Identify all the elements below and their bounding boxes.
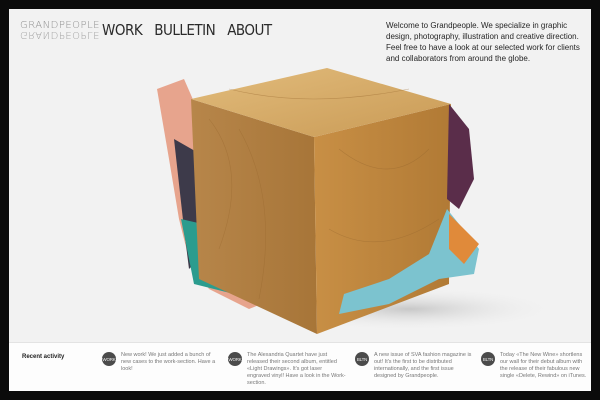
- hero-image-wooden-cube: [157, 68, 559, 334]
- work-badge-icon: WORK: [102, 352, 116, 366]
- cube-left-face: [191, 99, 317, 334]
- news-text: A new issue of SVA fashion magazine is o…: [374, 352, 472, 379]
- recent-activity-bar: Recent activity WORK New work! We just a…: [9, 342, 591, 391]
- work-badge-icon: WORK: [228, 352, 242, 366]
- recent-activity-label: Recent activity: [22, 354, 65, 360]
- cloth-right-dark: [447, 104, 474, 209]
- news-item[interactable]: WORK New work! We just added a bunch of …: [102, 352, 220, 373]
- news-item[interactable]: BLTN A new issue of SVA fashion magazine…: [355, 352, 473, 380]
- bulletin-badge-icon: BLTN: [355, 352, 369, 366]
- news-text: Today «The New Wine» shortlens our wall …: [500, 352, 587, 379]
- news-item[interactable]: BLTN Today «The New Wine» shortlens our …: [481, 352, 589, 380]
- news-text: The Alexandria Quartet have just release…: [247, 352, 346, 386]
- page-frame: GRANDPEOPLE GRANDPEOPLE WORK BULLETIN AB…: [9, 9, 591, 391]
- bulletin-badge-icon: BLTN: [481, 352, 495, 366]
- news-text: New work! We just added a bunch of new c…: [121, 352, 216, 372]
- news-item[interactable]: WORK The Alexandria Quartet have just re…: [228, 352, 346, 387]
